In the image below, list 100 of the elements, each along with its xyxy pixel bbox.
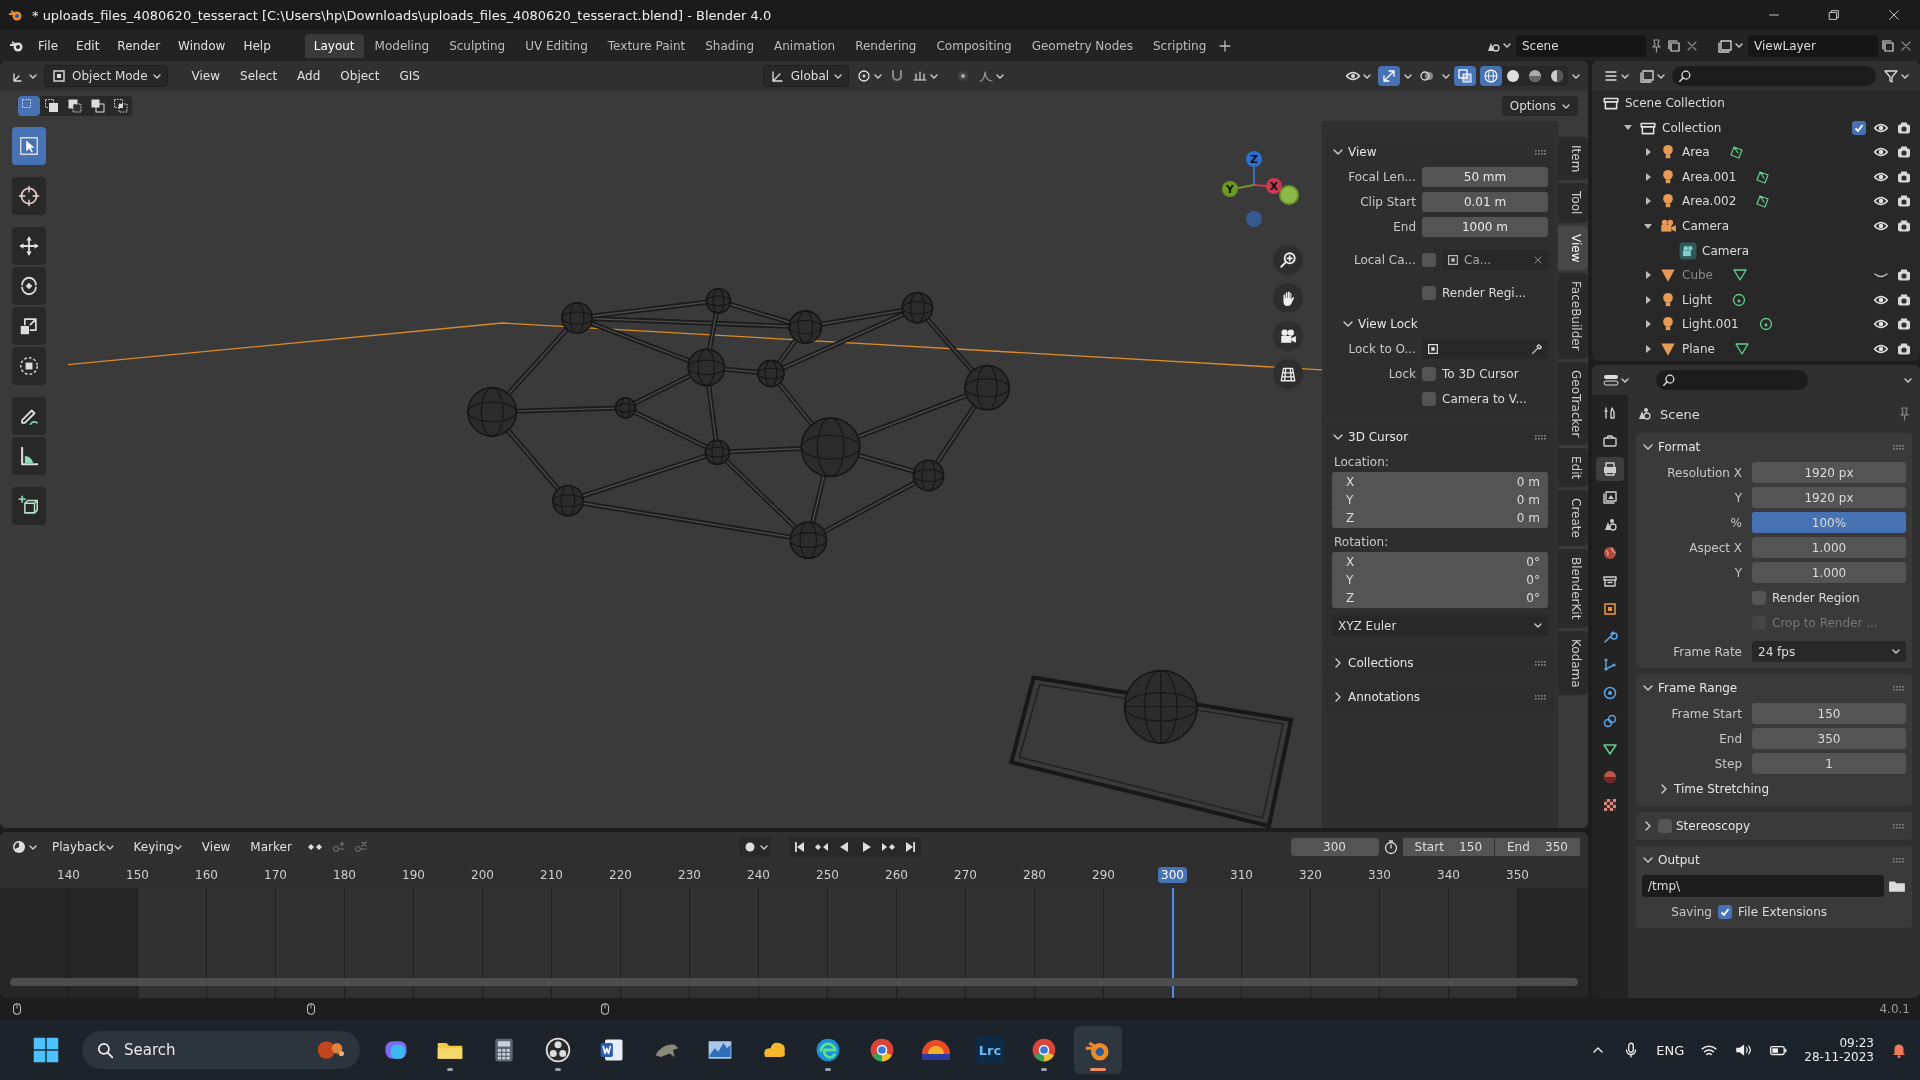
workspace-tab[interactable]: Compositing <box>927 33 1021 58</box>
outliner-item[interactable]: Light <box>1682 292 1712 307</box>
start-frame-field[interactable]: Start 150 <box>1402 838 1494 856</box>
menu-item[interactable]: Select <box>232 65 286 87</box>
menu-item[interactable]: View <box>183 65 229 87</box>
menu-item[interactable]: File <box>30 34 67 57</box>
number-field[interactable]: 1.000 <box>1752 562 1906 583</box>
sidebar-tab[interactable]: Create <box>1558 490 1588 547</box>
menu-item[interactable]: Edit <box>68 34 108 57</box>
section-label: Location: <box>1333 454 1390 469</box>
sidebar-tab[interactable]: Item <box>1558 137 1588 181</box>
number-field[interactable]: 1000 m <box>1422 217 1548 237</box>
workspace-tab[interactable]: UV Editing <box>516 33 597 58</box>
panel-title[interactable]: View Lock <box>1358 317 1548 331</box>
sidebar-tab[interactable]: Edit <box>1558 448 1588 488</box>
axis-handle[interactable]: Y <box>1222 181 1238 197</box>
panel-title[interactable]: 3D Cursor <box>1348 430 1528 444</box>
language-indicator[interactable]: ENG <box>1656 1042 1685 1058</box>
sidebar-tab[interactable]: FaceBuilder <box>1558 273 1588 359</box>
camera-field[interactable]: Ca... <box>1442 250 1548 270</box>
vector-field[interactable]: X 0 m <box>1332 472 1548 492</box>
outliner-item[interactable]: Scene Collection <box>1625 96 1725 111</box>
search-field[interactable]: Search <box>82 1031 360 1069</box>
panel-title[interactable]: Collections <box>1348 656 1528 670</box>
outliner-item[interactable]: Collection <box>1662 120 1722 135</box>
menu-dropdown[interactable]: Playback <box>44 836 122 858</box>
panel-title[interactable]: Format <box>1658 440 1886 454</box>
panel-title[interactable]: Time Stretching <box>1674 782 1906 796</box>
number-field[interactable]: 1920 px <box>1752 462 1906 483</box>
outliner-item[interactable]: Area.001 <box>1682 169 1737 184</box>
number-field[interactable]: 150 <box>1752 703 1906 724</box>
workspace-tab[interactable]: Texture Paint <box>598 33 695 58</box>
vector-field[interactable]: Z 0° <box>1332 588 1548 608</box>
sidebar-tab[interactable]: Kodama <box>1558 630 1588 696</box>
workspace-tab[interactable]: Modeling <box>365 33 439 58</box>
sidebar-tab[interactable]: View <box>1558 225 1588 271</box>
scene-selector[interactable]: Scene <box>1516 34 1646 57</box>
vector-field[interactable]: Z 0 m <box>1332 508 1548 528</box>
workspace-tab[interactable]: Rendering <box>846 33 926 58</box>
percent-slider[interactable]: 100% <box>1752 512 1906 533</box>
clock-date[interactable]: 28-11-2023 <box>1804 1050 1874 1064</box>
end-frame-field[interactable]: End 350 <box>1495 838 1580 856</box>
outliner-item[interactable]: Camera <box>1682 219 1730 233</box>
menu-item[interactable]: Help <box>235 34 279 57</box>
menu-item[interactable]: Object <box>332 65 388 87</box>
current-frame-field[interactable]: 300 <box>1290 838 1379 856</box>
menu-item[interactable]: View <box>193 836 239 858</box>
number-field[interactable]: 1.000 <box>1752 537 1906 558</box>
panel-title[interactable]: Annotations <box>1348 690 1528 704</box>
axis-handle[interactable]: Z <box>1246 151 1262 167</box>
outliner-item[interactable]: Cube <box>1682 268 1713 283</box>
menu-item[interactable]: GIS <box>391 65 428 87</box>
number-field[interactable]: 0.01 m <box>1422 192 1548 212</box>
taskbar-app[interactable]: Lrc <box>966 1026 1014 1074</box>
lock-checkbox[interactable]: Camera to V... <box>1422 392 1527 406</box>
vector-field[interactable]: Y 0 m <box>1332 490 1548 510</box>
frame-rate-dropdown[interactable]: 24 fps <box>1752 641 1906 662</box>
mode-dropdown[interactable]: Object Mode <box>44 65 168 87</box>
number-field[interactable]: 50 mm <box>1422 167 1548 187</box>
axis-handle[interactable]: X <box>1266 178 1282 194</box>
menu-item[interactable]: Render <box>109 34 169 57</box>
orientation-dropdown[interactable]: Global <box>762 65 850 87</box>
panel-title[interactable]: Output <box>1658 853 1886 867</box>
render-region-checkbox[interactable]: Render Regi... <box>1422 286 1527 300</box>
menu-item[interactable]: Window <box>170 34 234 57</box>
menu-item[interactable]: Marker <box>242 836 300 858</box>
outliner-item[interactable]: Area.002 <box>1682 194 1737 209</box>
frame-number: 270 <box>953 867 978 883</box>
outliner-item[interactable]: Camera <box>1702 243 1750 258</box>
workspace-tab[interactable]: Animation <box>765 33 845 58</box>
workspace-tab[interactable]: Sculpting <box>440 33 515 58</box>
view-layer-selector[interactable]: ViewLayer <box>1748 34 1878 57</box>
workspace-tab[interactable]: Shading <box>696 33 763 58</box>
outliner-item[interactable]: Area <box>1682 145 1710 160</box>
option-checkbox[interactable]: Render Region <box>1752 590 1860 605</box>
current-frame-marker[interactable]: 300 <box>1158 867 1187 883</box>
panel-title[interactable]: Frame Range <box>1658 681 1886 695</box>
lock-checkbox[interactable]: To 3D Cursor <box>1422 367 1519 381</box>
rotation-mode-dropdown[interactable]: XYZ Euler <box>1332 615 1548 636</box>
file-extensions-checkbox[interactable]: File Extensions <box>1718 904 1828 919</box>
outliner-item[interactable]: Light.001 <box>1682 317 1739 332</box>
panel-title[interactable]: View <box>1348 145 1528 159</box>
sidebar-tab[interactable]: Tool <box>1558 183 1588 223</box>
outliner-item[interactable]: Plane <box>1682 341 1715 356</box>
frame-number: 250 <box>815 867 840 883</box>
path-field[interactable]: /tmp\ <box>1642 875 1884 897</box>
number-field[interactable]: 1 <box>1752 753 1906 774</box>
workspace-tab[interactable]: Scripting <box>1143 33 1216 58</box>
menu-item[interactable]: Add <box>289 65 329 87</box>
vector-field[interactable]: X 0° <box>1332 552 1548 572</box>
menu-dropdown[interactable]: Keying <box>125 836 190 858</box>
workspace-tab[interactable]: Layout <box>304 33 364 58</box>
options-dropdown[interactable]: Options <box>1501 96 1578 116</box>
vector-field[interactable]: Y 0° <box>1332 570 1548 590</box>
number-field[interactable]: 1920 px <box>1752 487 1906 508</box>
sidebar-tab[interactable]: BlenderKit <box>1558 549 1588 628</box>
number-field[interactable]: 350 <box>1752 728 1906 749</box>
clock-time[interactable]: 09:23 <box>1839 1036 1874 1050</box>
workspace-tab[interactable]: Geometry Nodes <box>1022 33 1142 58</box>
sidebar-tab[interactable]: GeoTracker <box>1558 361 1588 445</box>
